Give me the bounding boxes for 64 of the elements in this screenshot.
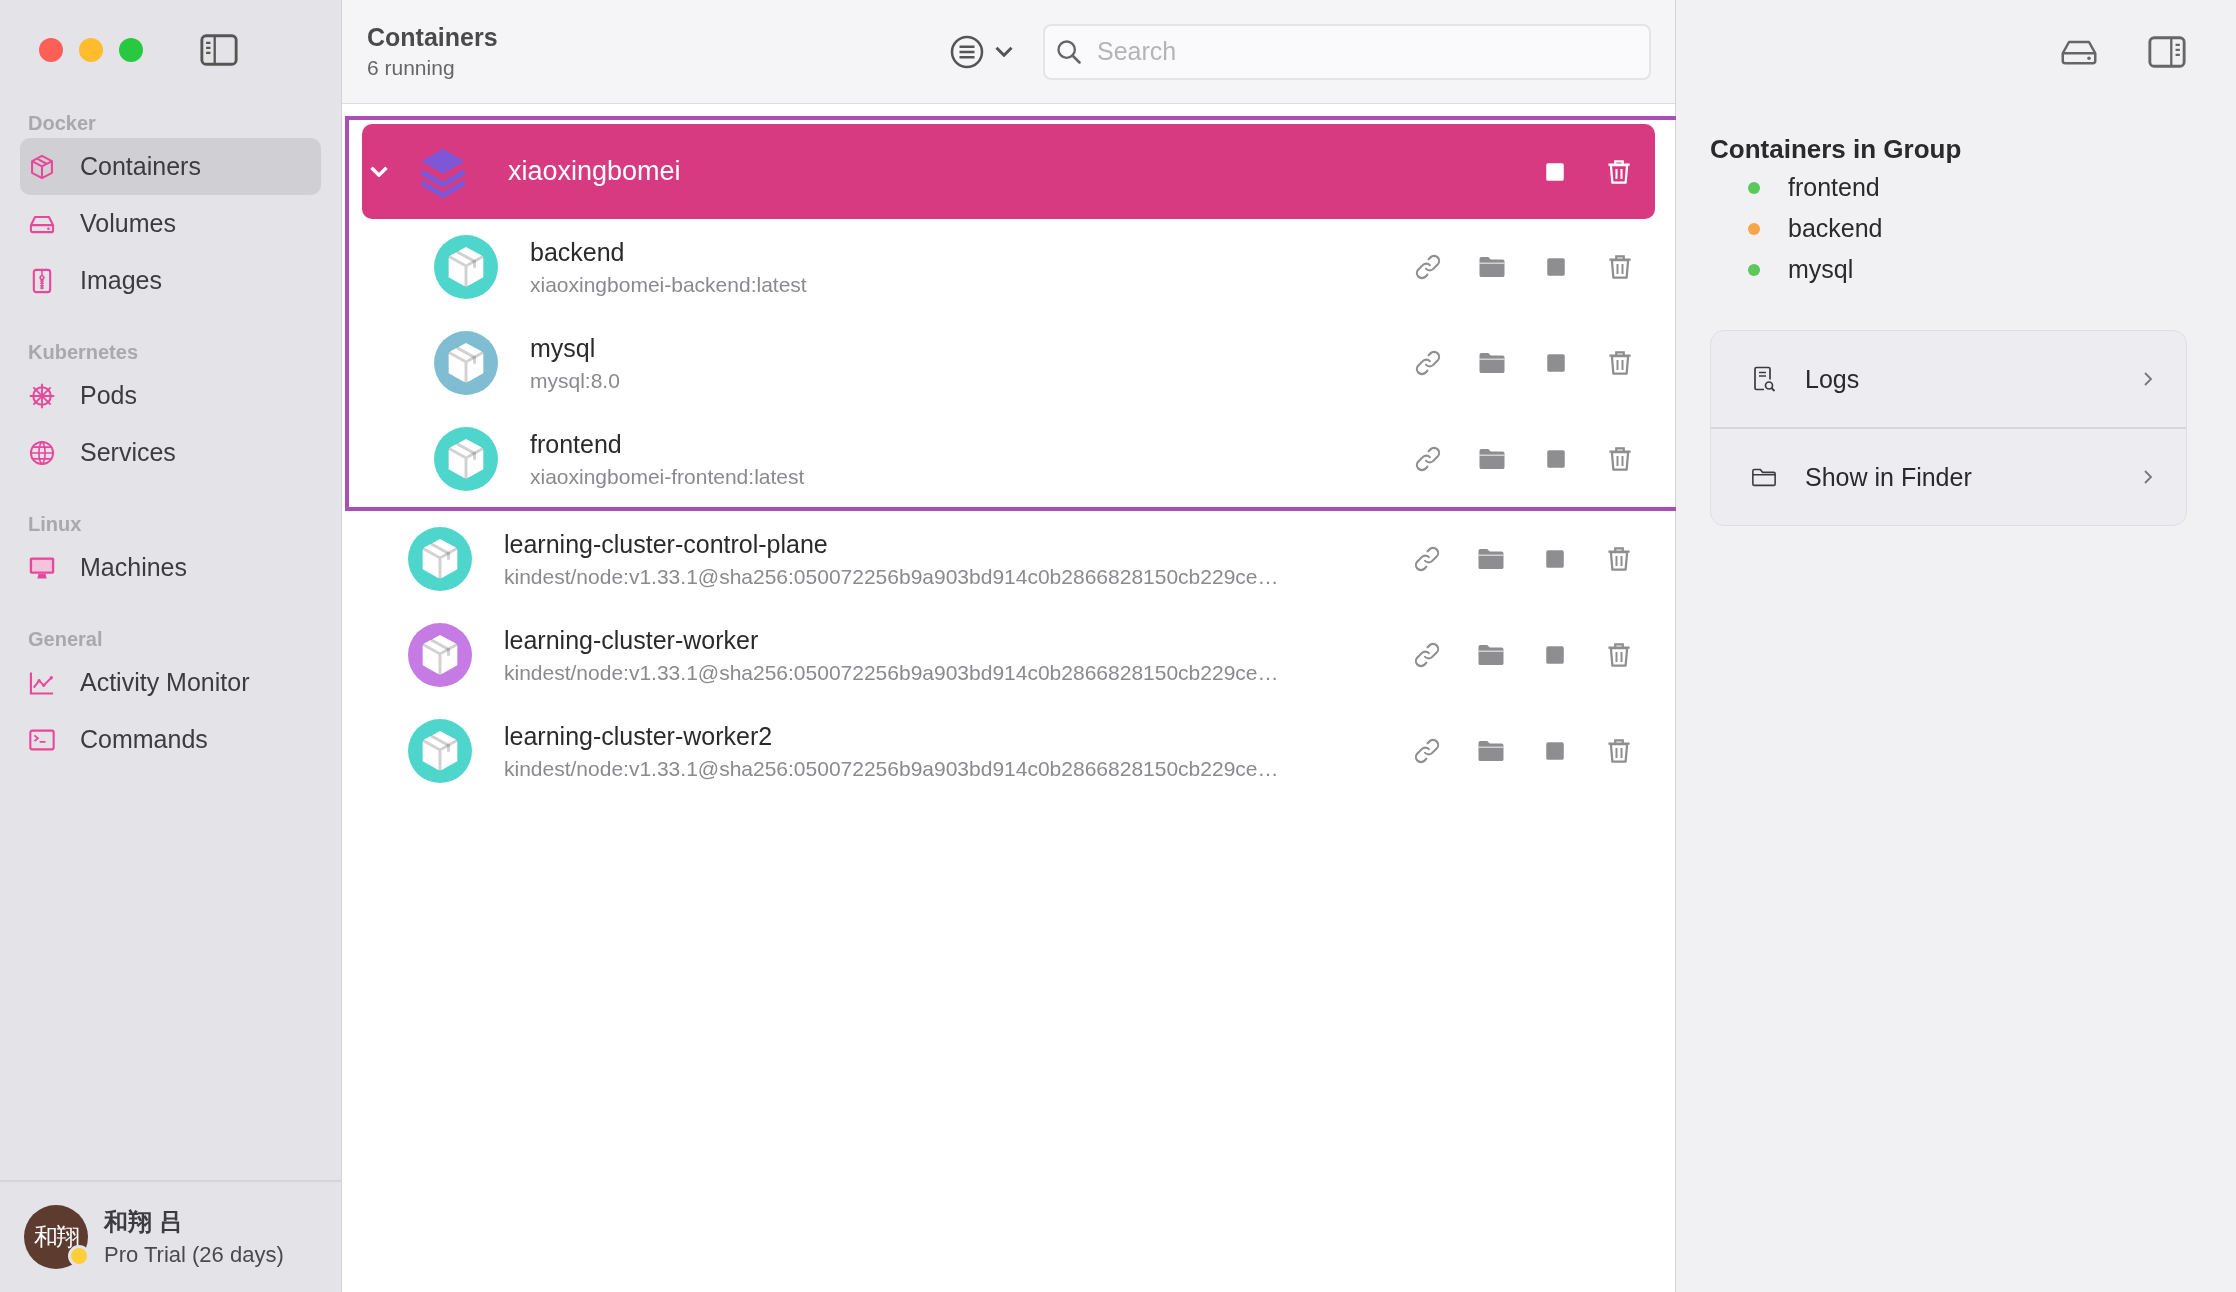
sidebar-item[interactable]: Commands — [20, 711, 321, 768]
container-name: learning-cluster-control-plane — [504, 529, 829, 559]
container-name: learning-cluster-worker2 — [504, 721, 774, 751]
zoom-button[interactable] — [119, 38, 143, 62]
chevron-down-icon — [995, 46, 1013, 57]
sidebar-item[interactable]: Images — [20, 252, 321, 309]
link-icon[interactable] — [1413, 348, 1443, 378]
filter-menu-button[interactable] — [949, 33, 1013, 70]
helm-icon — [28, 381, 56, 410]
container-row[interactable]: mysql mysql:8.0 — [349, 315, 1676, 411]
section-header: Linux — [27, 512, 83, 537]
action-label: Show in Finder — [1805, 462, 1973, 492]
page-title: Containers — [367, 23, 499, 52]
sidebar-item[interactable]: Pods — [20, 367, 321, 424]
container-name: frontend — [530, 429, 623, 459]
image-name: kindest/node:v1.33.1@sha256:050072256b9a903bd914c0b2866828150cb229ce… — [504, 756, 1280, 781]
user-name: 和翔 吕 — [104, 1207, 184, 1237]
image-name: xiaoxingbomei-frontend:latest — [530, 464, 806, 489]
running-count: 6 running — [367, 56, 456, 80]
globe-icon — [28, 438, 56, 467]
image-name: mysql:8.0 — [530, 368, 621, 393]
container-row[interactable]: backend xiaoxingbomei-backend:latest — [349, 219, 1676, 315]
link-icon[interactable] — [1412, 544, 1442, 574]
sidebar-item[interactable]: Activity Monitor — [20, 654, 321, 711]
container-row[interactable]: learning-cluster-worker2 kindest/node:v1.33.1@sha256:050072256b9a903bd914c0b2866828150cb229ce… — [342, 703, 1675, 799]
search-field[interactable]: Search — [1043, 23, 1651, 80]
action-row[interactable]: Logs — [1711, 331, 2186, 427]
container-name: mysql — [530, 333, 597, 363]
container-row[interactable]: learning-cluster-control-plane kindest/node:v1.33.1@sha256:050072256b9a903bd914c0b2866828150cb229ce… — [342, 511, 1675, 607]
cube-icon — [28, 152, 56, 181]
sidebar-item[interactable]: Volumes — [20, 195, 321, 252]
link-icon[interactable] — [1412, 640, 1442, 670]
search-icon — [1055, 37, 1083, 66]
action-row[interactable]: Show in Finder — [1711, 427, 2186, 525]
container-row[interactable]: learning-cluster-worker kindest/node:v1.33.1@sha256:050072256b9a903bd914c0b2866828150cb229ce… — [342, 607, 1675, 703]
avatar[interactable]: 和翔 — [24, 1205, 88, 1269]
image-name: kindest/node:v1.33.1@sha256:050072256b9a903bd914c0b2866828150cb229ce… — [504, 660, 1280, 685]
container-row[interactable]: frontend xiaoxingbomei-frontend:latest — [349, 411, 1676, 507]
link-icon[interactable] — [1413, 252, 1443, 282]
image-name: xiaoxingbomei-backend:latest — [530, 272, 808, 297]
close-button[interactable] — [39, 38, 63, 62]
container-name: backend — [530, 237, 626, 267]
image-name: kindest/node:v1.33.1@sha256:050072256b9a903bd914c0b2866828150cb229ce… — [504, 564, 1280, 589]
group-row[interactable]: xiaoxingbomei — [362, 124, 1655, 219]
section-header: General — [27, 627, 104, 652]
action-label: Logs — [1805, 364, 1861, 394]
log-search-icon — [1751, 365, 1777, 393]
plan-label: Pro Trial (26 days) — [104, 1242, 284, 1268]
chevron-icon[interactable] — [370, 166, 388, 177]
member-name: backend — [1788, 214, 1883, 243]
sidebar-item[interactable]: Containers — [20, 138, 321, 195]
sidebar-item[interactable]: Services — [20, 424, 321, 481]
container-name: learning-cluster-worker — [504, 625, 760, 655]
link-icon[interactable] — [1413, 444, 1443, 474]
list-circle-icon — [949, 33, 985, 70]
avatar-initials: 和翔 — [34, 1222, 78, 1253]
section-title: Containers in Group — [1710, 134, 1963, 165]
section-header: Kubernetes — [27, 340, 140, 365]
member-name: mysql — [1788, 255, 1854, 284]
link-icon[interactable] — [1412, 736, 1442, 766]
member-name: frontend — [1788, 173, 1880, 202]
section-header: Docker — [27, 111, 97, 136]
group-name: xiaoxingbomei — [508, 156, 682, 187]
sidebar-item[interactable]: Machines — [20, 539, 321, 596]
